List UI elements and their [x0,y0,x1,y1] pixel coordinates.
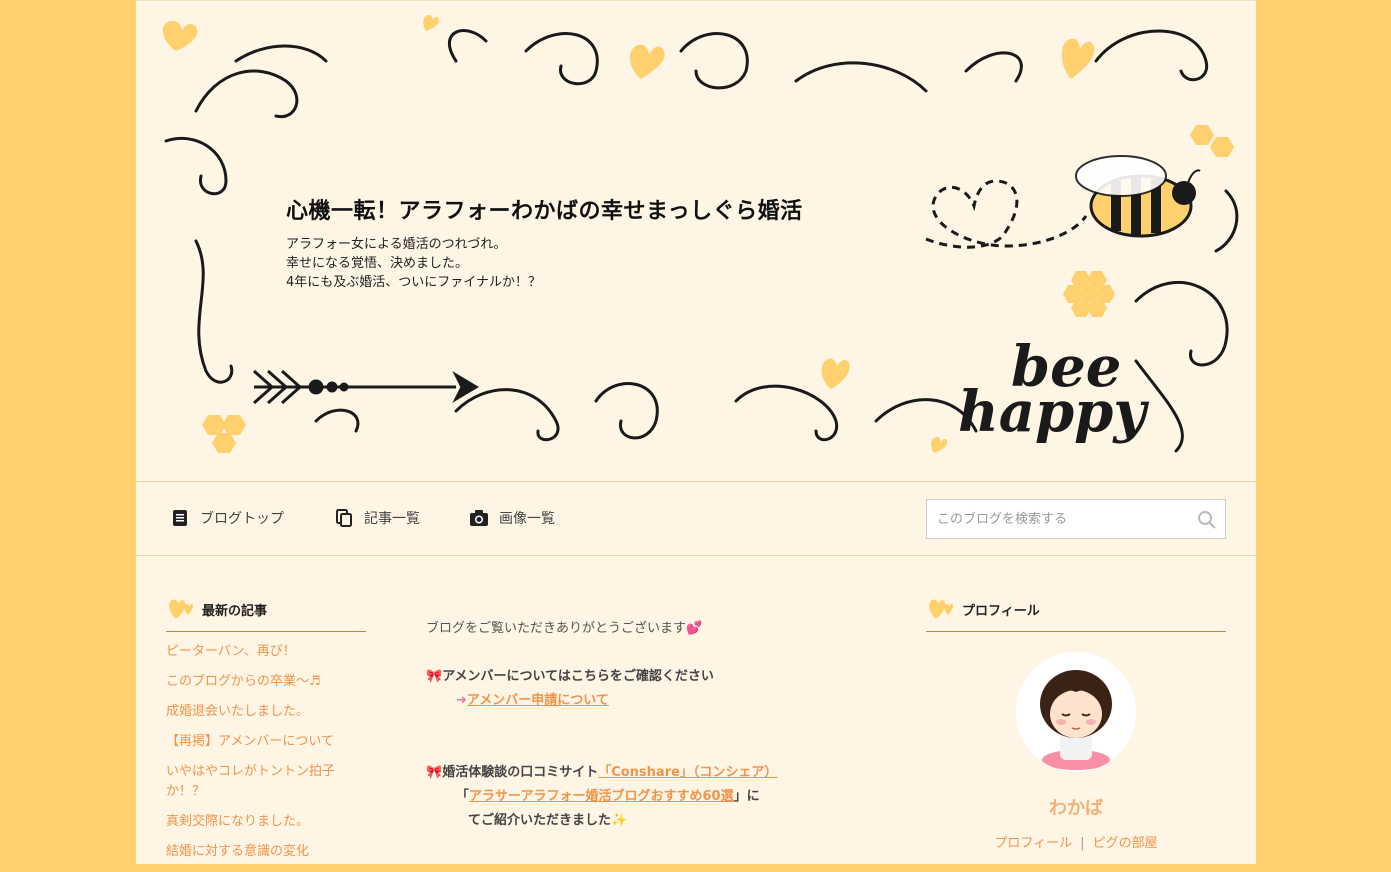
blog-ranking-line: 「アラサーアラフォー婚活ブログおすすめ60選」に [426,785,846,809]
blog-title[interactable]: 心機一転！アラフォーわかばの幸せまっしぐら婚活 [286,193,803,225]
avatar-image [1016,652,1136,772]
nav-item-label: 画像一覧 [499,511,555,527]
greeting-line: ブログをご覧いただきありがとうございます💕 [426,617,846,641]
recent-article-link[interactable]: 真剣交際になりました。 [166,812,366,832]
close-bracket: 」に [733,789,760,804]
heart-icon [929,599,953,619]
recent-article-link[interactable]: 【再掲】アメンバーについて [166,732,366,752]
amember-link[interactable]: アメンバー申請について [467,693,609,708]
page-content: bee happy 心機一転！アラフォーわかばの幸せまっしぐら婚活 アラフォー女… [136,0,1256,864]
profile-widget: プロフィール わかば プロフィール | ピグの部屋 [926,597,1226,851]
ribbon-icon: 🎀 [426,765,443,780]
recent-article-link[interactable]: ピーターパン、再び！ [166,642,366,662]
recent-article-link[interactable]: いやはやコレがトントン拍子か！？ [166,762,356,802]
nav-item-blog-top[interactable]: ブログトップ [170,508,284,528]
intro-text: てご紹介いただきました [468,813,612,828]
copy-icon [336,509,352,527]
document-icon [173,510,187,526]
amember-link-line: ➜アメンバー申請について [426,689,846,713]
nav-item-article-list[interactable]: 記事一覧 [334,508,420,528]
blog-description: アラフォー女による婚活のつれづれ。 幸せになる覚悟、決めました。 4年にも及ぶ婚… [286,235,541,292]
happy-text: happy [958,379,1149,445]
pigg-room-link[interactable]: ピグの部屋 [1093,836,1158,851]
widget-title: プロフィール [962,603,1040,619]
search-input[interactable] [927,500,1177,538]
conshare-link[interactable]: 「Conshare」（コンシェア） [598,765,777,780]
profile-name[interactable]: わかば [926,794,1226,820]
camera-icon [470,510,488,526]
nav-item-image-list[interactable]: 画像一覧 [469,508,555,528]
nav-item-label: 記事一覧 [364,511,420,527]
heart-icon [630,44,665,79]
recent-article-link[interactable]: 結婚に対する意識の変化 [166,842,366,862]
sparkle-icon: ✨ [611,813,628,828]
ribbon-icon: 🎀 [426,669,443,684]
blog-header[interactable]: bee happy 心機一転！アラフォーわかばの幸せまっしぐら婚活 アラフォー女… [136,1,1256,481]
heart-icon [821,358,850,389]
heart-icon [162,20,198,51]
link-separator: | [1080,836,1085,851]
review-text: 婚活体験談の口コミサイト [442,765,599,780]
search-icon[interactable] [1197,510,1217,530]
heart-icon [1061,38,1095,79]
recent-articles-widget: 最新の記事 ピーターパン、再び！ このブログからの卒業〜♬ 成婚退会いたしました… [166,597,366,872]
recent-article-link[interactable]: このブログからの卒業〜♬ [166,672,366,692]
review-line: 🎀婚活体験談の口コミサイト「Conshare」（コンシェア） [426,761,846,785]
blog-description-line: 4年にも及ぶ婚活、ついにファイナルか！？ [286,275,542,290]
greeting-text: ブログをご覧いただきありがとうございます [426,621,687,636]
heart-icon [169,599,193,619]
intro-line: てご紹介いただきました✨ [426,809,846,833]
profile-link[interactable]: プロフィール [994,836,1072,851]
amember-text: アメンバーについてはこちらをご確認ください [442,669,714,684]
open-bracket: 「 [456,789,470,804]
widget-heading: 最新の記事 [166,597,366,632]
arrow-right-icon: ➜ [456,693,467,708]
recent-articles-list: ピーターパン、再び！ このブログからの卒業〜♬ 成婚退会いたしました。 【再掲】… [166,642,366,862]
blog-description-line: アラフォー女による婚活のつれづれ。 [286,237,507,252]
avatar[interactable] [1016,652,1136,772]
amember-line: 🎀アメンバーについてはこちらをご確認ください [426,665,846,689]
widget-heading: プロフィール [926,597,1226,632]
profile-links: プロフィール | ピグの部屋 [926,832,1226,851]
blog-description-line: 幸せになる覚悟、決めました。 [286,256,469,271]
search-box [926,499,1226,539]
heart-emoji-icon: 💕 [686,621,703,636]
recent-article-link[interactable]: 成婚退会いたしました。 [166,702,366,722]
nav-bar: ブログトップ 記事一覧 画像一覧 [136,481,1256,556]
widget-title: 最新の記事 [202,603,268,619]
blog-ranking-link[interactable]: アラサーアラフォー婚活ブログおすすめ60選 [469,789,734,804]
main-content: ブログをご覧いただきありがとうございます💕 🎀アメンバーについてはこちらをご確認… [426,617,846,833]
bee-icon [1075,155,1201,238]
nav-item-label: ブログトップ [200,511,284,527]
